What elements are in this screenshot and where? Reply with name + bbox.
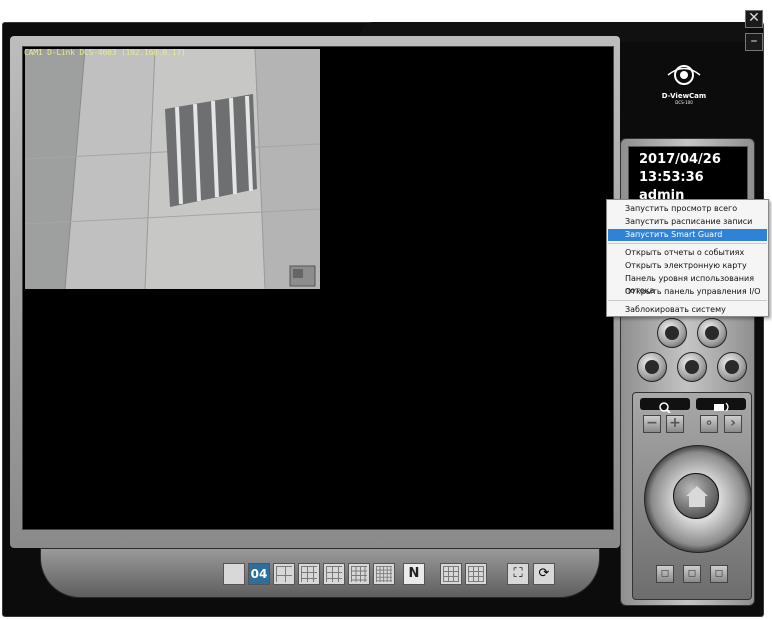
layout-16-button[interactable] [348,563,370,585]
status-info-box: 2017/04/26 13:53:36 admin [628,146,748,204]
time-text: 13:53:36 [639,170,704,185]
close-button[interactable]: ✕ [745,10,763,28]
layout-6-button[interactable] [273,563,295,585]
menu-item-start-view-all[interactable]: Запустить просмотр всего [608,203,767,215]
menu-item-open-io-panel[interactable]: Открыть панель управления I/O [608,286,767,298]
focus-far-icon: › [730,415,736,431]
layout-1-button[interactable] [223,563,245,585]
eye-logo-icon [667,65,701,85]
date-text: 2017/04/26 [639,152,721,167]
playback-button[interactable] [697,318,727,348]
menu-separator [608,243,767,244]
cycle-icon: ⟳ [538,566,550,581]
fullscreen-button[interactable]: ⛶ [507,563,529,585]
ptz-home-button[interactable] [673,473,719,519]
zoom-in-button[interactable]: + [666,415,684,433]
emap-button[interactable] [637,352,667,382]
layout-n-button[interactable]: N [403,563,425,585]
focus-header [696,398,746,412]
camera-view[interactable] [25,49,320,289]
close-icon: ✕ [748,10,760,26]
map-icon [645,360,659,374]
menu-separator [608,300,767,301]
dviewcam-logo: D-ViewCam DCS-100 [657,64,711,105]
context-menu: Запустить просмотр всего Запустить распи… [606,199,769,317]
alert-icon [685,360,699,374]
focus-near-icon: ∘ [704,415,714,431]
fullscreen-icon: ⛶ [513,566,523,581]
layout-9-button[interactable] [298,563,320,585]
logo-model: DCS-100 [675,100,693,105]
preset-icon: ▫ [687,565,697,581]
minimize-button[interactable]: – [745,33,763,51]
menu-item-open-emap[interactable]: Открыть электронную карту [608,260,767,272]
focus-near-button[interactable]: ∘ [700,415,718,433]
menu-item-lock-system[interactable]: Заблокировать систему [608,304,767,316]
menu-item-start-smart-guard[interactable]: Запустить Smart Guard [608,229,767,241]
record-icon [665,326,679,340]
preset-icon: ▫ [660,565,670,581]
menu-item-stream-usage-panel[interactable]: Панель уровня использования потока [608,273,767,295]
camera-focus-icon [714,402,729,412]
record-button[interactable] [657,318,687,348]
camera-image [25,49,320,289]
menu-item-start-record-schedule[interactable]: Запустить расписание записи [608,216,767,228]
preset-1-button[interactable]: ▫ [656,565,674,583]
reel-icon [705,326,719,340]
preset-3-button[interactable]: ▫ [710,565,728,583]
wrench-icon [725,360,739,374]
preset-icon: ▫ [714,565,724,581]
config-button[interactable] [717,352,747,382]
auto-scan-button[interactable]: ⟳ [533,563,555,585]
layout-25-button[interactable] [373,563,395,585]
zoom-header [640,398,690,414]
layout-custom-1-button[interactable] [440,563,462,585]
minimize-icon: – [750,33,758,49]
focus-far-button[interactable]: › [724,415,742,433]
preset-2-button[interactable]: ▫ [683,565,701,583]
home-icon [686,486,708,507]
layout-4-button[interactable]: 04 [248,563,270,585]
menu-item-open-event-reports[interactable]: Открыть отчеты о событиях [608,247,767,259]
layout-13-button[interactable] [323,563,345,585]
magnifier-icon [659,402,671,414]
camera-label: CAM1 D-Link DCS-4603 (192.168.0.17) [24,48,186,57]
zoom-out-button[interactable]: − [643,415,661,433]
logo-text: D-ViewCam [661,92,707,100]
app-window: ✕ – CAM1 D-Link DCS-4603 (192.168.0.17) … [0,0,772,619]
event-button[interactable] [677,352,707,382]
layout-custom-2-button[interactable] [465,563,487,585]
